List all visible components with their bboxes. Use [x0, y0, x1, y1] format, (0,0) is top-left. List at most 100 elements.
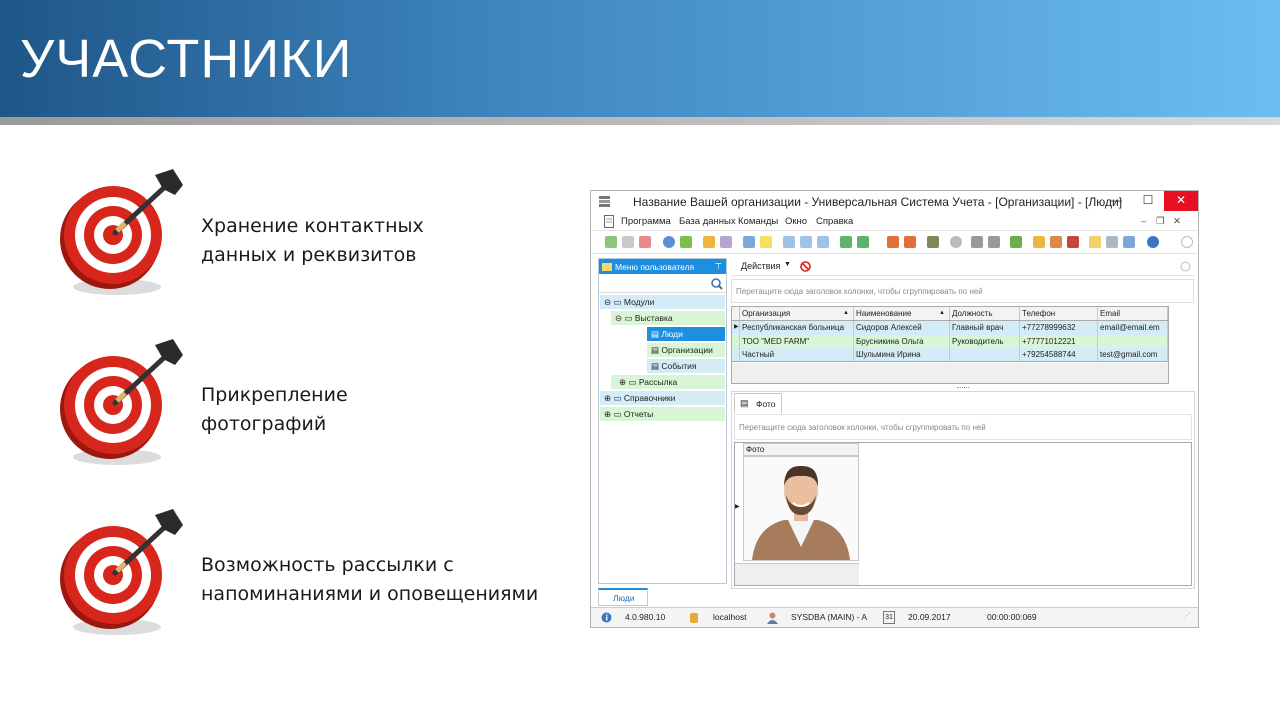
print-preview-icon[interactable] [887, 236, 899, 248]
import-icon[interactable] [857, 236, 869, 248]
mdi-minimize-button[interactable]: – [1141, 216, 1146, 227]
lock-icon[interactable] [1033, 236, 1045, 248]
cell-email[interactable] [1098, 334, 1168, 348]
delete-icon[interactable] [639, 236, 651, 248]
cell-phone[interactable]: +79254588744 [1020, 348, 1098, 361]
columns-icon[interactable] [783, 236, 795, 248]
cell-organization[interactable]: ТОО "MED FARM" [740, 334, 854, 348]
cell-position[interactable] [950, 348, 1020, 361]
column-header-name[interactable]: Наименование ▲ [854, 307, 950, 320]
cell-organization[interactable]: Частный [740, 348, 854, 361]
export-icon[interactable] [840, 236, 852, 248]
feature-mailing: Возможность рассылки с напоминаниями и о… [55, 505, 575, 640]
cell-organization[interactable]: Республиканская больница [740, 321, 854, 335]
table-row[interactable]: ▶ Республиканская больница Сидоров Алекс… [732, 321, 1168, 335]
expand-icon[interactable] [800, 236, 812, 248]
panel-options-icon[interactable] [1180, 261, 1191, 272]
column-header-phone[interactable]: Телефон [1020, 307, 1098, 320]
group-by-area[interactable]: Перетащите сюда заголовок колонки, чтобы… [731, 279, 1194, 303]
table-row[interactable]: Частный Шульмина Ирина +79254588744 test… [732, 348, 1168, 362]
refresh-icon[interactable] [680, 236, 692, 248]
menu-window[interactable]: Окно [785, 216, 807, 227]
sort-icon[interactable] [743, 236, 755, 248]
tree-item-organizations[interactable]: ▤ Организации [647, 343, 725, 357]
tree-item-modules[interactable]: ⊝ ▭ Модули [600, 295, 725, 309]
pin-icon[interactable]: ⊤ [715, 261, 722, 272]
clear-filter-icon[interactable] [720, 236, 732, 248]
column-header-photo[interactable]: Фото [743, 443, 859, 456]
tree-item-people[interactable]: ▤ Люди [647, 327, 725, 341]
users-icon[interactable] [1050, 236, 1062, 248]
info-icon[interactable] [1147, 236, 1159, 248]
note-icon[interactable] [760, 236, 772, 248]
report-icon[interactable] [904, 236, 916, 248]
photo-cell[interactable] [743, 456, 859, 561]
row-indicator [732, 334, 740, 348]
filter-icon[interactable] [703, 236, 715, 248]
user-icon [767, 612, 778, 624]
cell-phone[interactable]: +77278999632 [1020, 321, 1098, 335]
printer-icon[interactable] [1106, 236, 1118, 248]
status-user: SYSDBA (MAIN) - A [791, 612, 868, 622]
resize-grip-icon[interactable]: ⋰ [1183, 612, 1190, 620]
chart-icon[interactable] [1010, 236, 1022, 248]
cell-name[interactable]: Сидоров Алексей [854, 321, 950, 335]
mdi-restore-button[interactable]: ❐ [1156, 216, 1165, 227]
tree-item-mailing[interactable]: ⊕ ▭ Рассылка [611, 375, 725, 389]
menu-database[interactable]: База данных [679, 216, 736, 227]
tab-photo-label: Фото [756, 399, 776, 409]
tree-item-exhibition[interactable]: ⊝ ▭ Выставка [611, 311, 725, 325]
status-date: 20.09.2017 [908, 612, 951, 622]
menu-program[interactable]: Программа [621, 216, 671, 227]
settings-icon[interactable] [950, 236, 962, 248]
cell-position[interactable]: Руководитель [950, 334, 1020, 348]
cell-position[interactable]: Главный врач [950, 321, 1020, 335]
people-grid: Организация ▲ Наименование ▲ Должность Тел… [731, 306, 1169, 384]
connect-icon[interactable] [1067, 236, 1079, 248]
calendar-icon[interactable] [1089, 236, 1101, 248]
search-icon[interactable] [663, 236, 675, 248]
redo-icon[interactable] [1123, 236, 1135, 248]
minimize-button[interactable]: — [1101, 191, 1131, 211]
tree-item-events[interactable]: ▤ События [647, 359, 725, 373]
chevron-down-icon[interactable]: ▼ [784, 261, 791, 268]
tools-icon[interactable] [971, 236, 983, 248]
column-header-email[interactable]: Email [1098, 307, 1168, 320]
cell-email[interactable]: test@gmail.com [1098, 348, 1168, 361]
calendar-icon: 31 [883, 611, 895, 624]
column-header-organization[interactable]: Организация ▲ [740, 307, 854, 320]
tree-item-reports[interactable]: ⊕ ▭ Отчеты [600, 407, 725, 421]
table-row[interactable]: ТОО "MED FARM" Брусникина Ольга Руководи… [732, 334, 1168, 348]
user-menu-panel: Меню пользователя ⊤ ⊝ ▭ Модули ⊝ ▭ Выста… [598, 258, 727, 584]
tab-people[interactable]: Люди [598, 588, 648, 606]
cell-name[interactable]: Шульмина Ирина [854, 348, 950, 361]
new-record-icon[interactable] [605, 236, 617, 248]
toolbar-options-icon[interactable] [1181, 236, 1193, 248]
search-icon[interactable] [711, 278, 723, 290]
menu-bar: Программа База данных Команды Окно Справ… [591, 213, 1198, 231]
status-timer: 00:00:00:069 [987, 612, 1037, 622]
collapse-icon[interactable] [817, 236, 829, 248]
wrench-icon[interactable] [988, 236, 1000, 248]
column-header-position[interactable]: Должность [950, 307, 1020, 320]
row-indicator-header [732, 307, 740, 320]
cell-phone[interactable]: +77771012221 [1020, 334, 1098, 348]
copy-icon[interactable] [622, 236, 634, 248]
row-indicator-icon: ▶ [732, 321, 740, 335]
maximize-button[interactable]: ☐ [1133, 191, 1163, 211]
cell-email[interactable]: email@email.em [1098, 321, 1168, 335]
tree-item-references[interactable]: ⊕ ▭ Справочники [600, 391, 725, 405]
menu-help[interactable]: Справка [816, 216, 853, 227]
menu-commands[interactable]: Команды [738, 216, 778, 227]
actions-dropdown[interactable]: Действия [741, 261, 780, 271]
cancel-icon[interactable] [800, 261, 811, 272]
splitter-handle[interactable] [731, 386, 1195, 390]
cell-name[interactable]: Брусникина Ольга [854, 334, 950, 348]
book-icon[interactable] [927, 236, 939, 248]
close-button[interactable]: ✕ [1164, 191, 1198, 211]
person-photo [744, 457, 858, 560]
tab-photo[interactable]: ▤ Фото [734, 393, 782, 413]
photo-group-by-area[interactable]: Перетащите сюда заголовок колонки, чтобы… [734, 414, 1192, 440]
menu-search-bar [599, 275, 726, 293]
mdi-close-button[interactable]: ✕ [1173, 216, 1181, 227]
